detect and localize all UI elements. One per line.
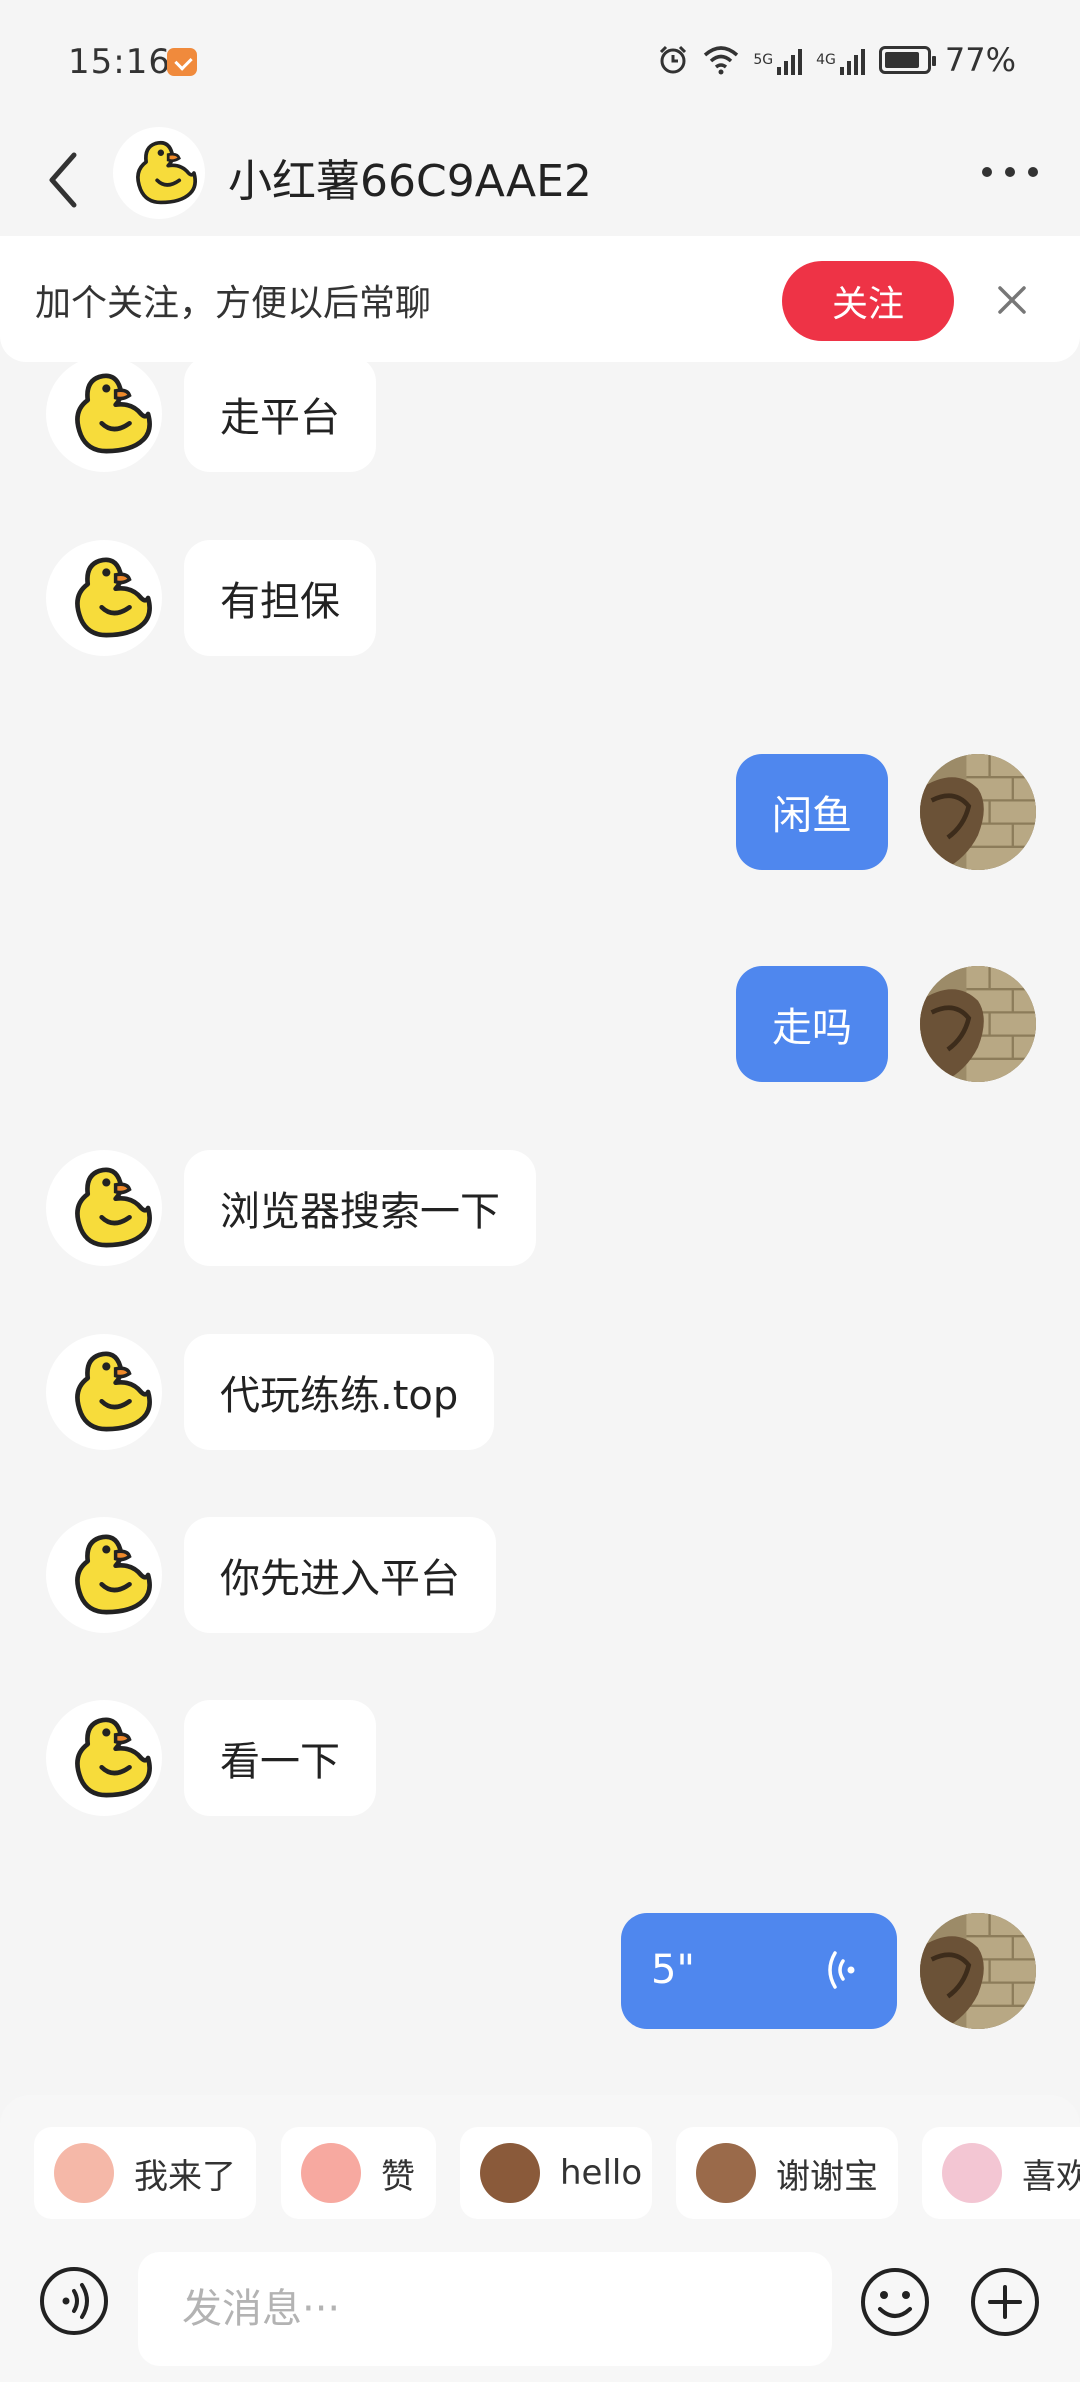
network-type-1: 5G	[753, 52, 774, 68]
quick-reply-chip[interactable]: 喜欢	[922, 2127, 1080, 2219]
quick-reply-chip[interactable]: hello	[460, 2127, 652, 2219]
voice-icon[interactable]	[38, 2265, 110, 2337]
contact-avatar-small[interactable]	[46, 540, 162, 656]
message-bubble-incoming[interactable]: 有担保	[184, 540, 376, 656]
self-avatar[interactable]	[920, 1913, 1036, 2029]
quick-reply-label: 谢谢宝	[776, 2156, 878, 2197]
voice-duration: 5"	[651, 1947, 695, 1993]
sticker-icon	[942, 2143, 1002, 2203]
message-bubble-outgoing[interactable]: 闲鱼	[736, 754, 888, 870]
sticker-icon	[301, 2143, 361, 2203]
chat-header: 小红薯66C9AAE2	[0, 125, 1080, 235]
signal-icon-1	[777, 45, 803, 75]
sticker-icon	[54, 2143, 114, 2203]
follow-button[interactable]: 关注	[782, 261, 954, 341]
quick-reply-chip[interactable]: 我来了	[34, 2127, 256, 2219]
message-input[interactable]	[138, 2252, 832, 2366]
contact-avatar-small[interactable]	[46, 1700, 162, 1816]
quick-reply-chip[interactable]: 谢谢宝	[676, 2127, 898, 2219]
close-icon[interactable]	[988, 276, 1036, 324]
contact-avatar-small[interactable]	[46, 1517, 162, 1633]
quick-reply-chip[interactable]: 赞	[281, 2127, 436, 2219]
follow-prompt-text: 加个关注，方便以后常聊	[35, 283, 432, 324]
app-notification-icon	[167, 48, 197, 76]
status-bar: 15:16 5G 4G 77%	[0, 0, 1080, 125]
voice-message-bubble[interactable]: 5"	[621, 1913, 897, 2029]
wifi-icon	[704, 46, 739, 75]
quick-reply-bar: 我来了 赞 hello 谢谢宝 喜欢	[0, 2095, 1080, 2237]
follow-banner: 加个关注，方便以后常聊 关注	[0, 236, 1080, 362]
message-bubble-incoming[interactable]: 代玩练练.top	[184, 1334, 495, 1450]
emoji-icon[interactable]	[858, 2265, 932, 2339]
battery-icon	[878, 46, 936, 74]
quick-reply-label: 赞	[381, 2156, 415, 2197]
contact-avatar[interactable]	[113, 127, 205, 219]
message-bubble-incoming[interactable]: 看一下	[184, 1700, 376, 1816]
sticker-icon	[696, 2143, 756, 2203]
voice-wave-icon	[828, 1951, 855, 1989]
signal-icon-2	[839, 45, 865, 75]
sticker-icon	[480, 2143, 540, 2203]
status-time: 15:16	[68, 42, 171, 82]
contact-avatar-small[interactable]	[46, 1150, 162, 1266]
quick-reply-label: hello	[560, 2153, 643, 2193]
contact-name[interactable]: 小红薯66C9AAE2	[228, 145, 592, 209]
contact-avatar-small[interactable]	[46, 356, 162, 472]
self-avatar[interactable]	[920, 754, 1036, 870]
alarm-icon	[660, 45, 687, 74]
battery-level: 77%	[944, 41, 1016, 79]
message-bubble-outgoing[interactable]: 走吗	[736, 966, 888, 1082]
input-bar	[0, 2237, 1080, 2382]
network-type-2: 4G	[816, 52, 836, 68]
more-dots-icon[interactable]	[980, 157, 1040, 187]
self-avatar[interactable]	[920, 966, 1036, 1082]
status-indicators: 5G 4G 77%	[657, 40, 1016, 80]
chevron-left-icon[interactable]	[40, 145, 90, 215]
message-bubble-incoming[interactable]: 你先进入平台	[184, 1517, 496, 1633]
quick-reply-label: 我来了	[134, 2156, 236, 2197]
message-bubble-incoming[interactable]: 走平台	[184, 356, 376, 472]
plus-icon[interactable]	[968, 2265, 1042, 2339]
message-bubble-incoming[interactable]: 浏览器搜索一下	[184, 1150, 536, 1266]
contact-avatar-small[interactable]	[46, 1334, 162, 1450]
quick-reply-label: 喜欢	[1022, 2156, 1080, 2197]
